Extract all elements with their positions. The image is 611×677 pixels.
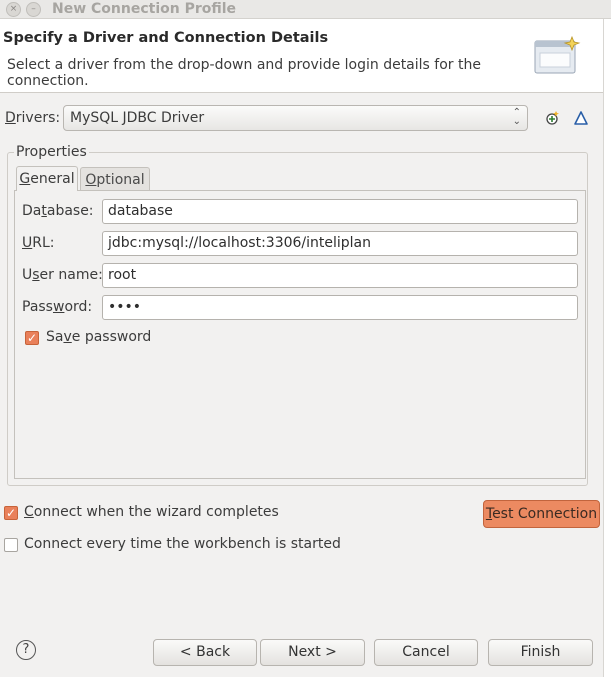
page-title: Specify a Driver and Connection Details: [3, 30, 329, 46]
cancel-button[interactable]: Cancel: [374, 639, 478, 666]
page-description: Select a driver from the drop-down and p…: [7, 57, 481, 89]
save-password-label: Save password: [46, 329, 152, 345]
title-bar: × – New Connection Profile: [0, 0, 611, 19]
connect-every-time-label: Connect every time the workbench is star…: [24, 536, 341, 552]
database-field[interactable]: database: [102, 199, 578, 224]
close-window-button[interactable]: ×: [6, 2, 21, 17]
finish-button[interactable]: Finish: [488, 639, 593, 666]
drivers-selected-value: MySQL JDBC Driver: [70, 110, 205, 126]
next-button[interactable]: Next >: [260, 639, 365, 666]
right-edge-strip: [603, 19, 611, 677]
save-password-checkbox[interactable]: ✓: [25, 331, 39, 345]
username-field[interactable]: root: [102, 263, 578, 288]
properties-group-label: Properties: [14, 144, 89, 160]
username-label: User name:: [22, 267, 103, 283]
connect-every-time-checkbox[interactable]: [4, 538, 18, 552]
tab-general[interactable]: General: [16, 166, 78, 191]
back-button[interactable]: < Back: [153, 639, 257, 666]
window-title: New Connection Profile: [52, 1, 237, 17]
drivers-dropdown[interactable]: MySQL JDBC Driver ⌃ ⌄: [63, 105, 528, 131]
minimize-window-button[interactable]: –: [26, 2, 41, 17]
password-label: Password:: [22, 299, 93, 315]
url-label: URL:: [22, 235, 55, 251]
url-field[interactable]: jdbc:mysql://localhost:3306/inteliplan: [102, 231, 578, 256]
updown-chevron-icon: ⌃ ⌄: [512, 107, 521, 127]
password-field[interactable]: ••••: [102, 295, 578, 320]
close-icon: ×: [9, 4, 18, 14]
connect-on-finish-checkbox[interactable]: ✓: [4, 506, 18, 520]
new-driver-icon[interactable]: [544, 110, 560, 126]
connection-wizard-icon: [534, 35, 581, 74]
drivers-label: Drivers:: [5, 110, 61, 126]
connect-on-finish-label: Connect when the wizard completes: [24, 504, 279, 520]
tab-optional[interactable]: Optional: [80, 167, 150, 191]
edit-driver-icon[interactable]: [573, 110, 589, 126]
database-label: Database:: [22, 203, 94, 219]
help-icon[interactable]: ?: [16, 640, 36, 660]
test-connection-button[interactable]: Test Connection: [483, 500, 600, 528]
wizard-header: Specify a Driver and Connection Details …: [0, 19, 603, 93]
minimize-icon: –: [31, 4, 36, 14]
